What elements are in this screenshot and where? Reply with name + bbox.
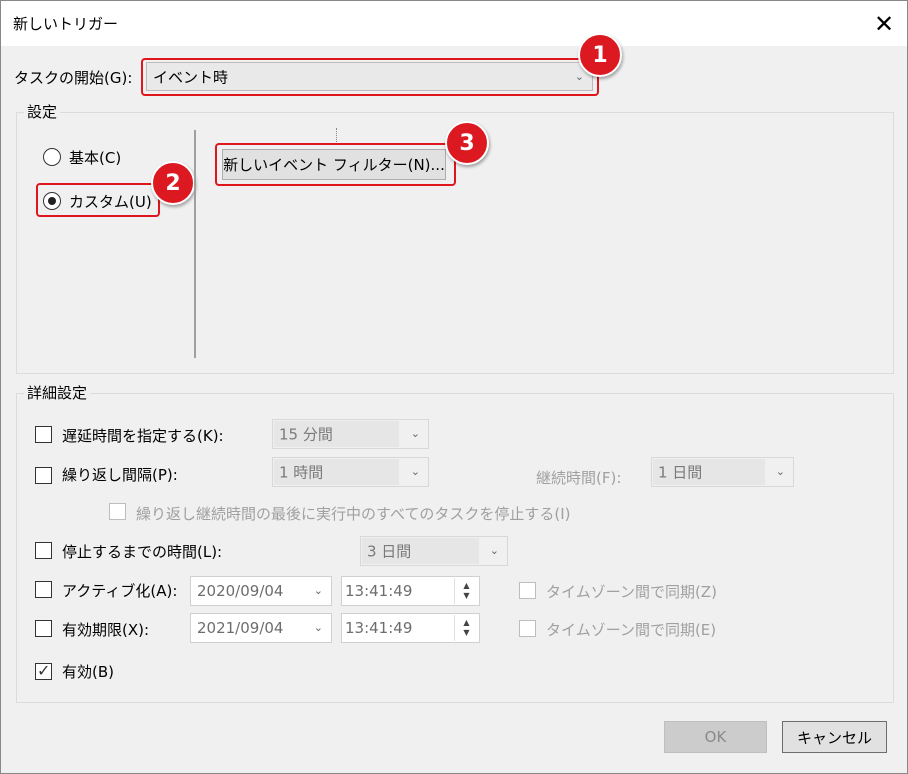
check-icon: ✓ [37, 661, 51, 680]
chevron-down-icon: ⌄ [313, 583, 323, 597]
expire-time-field[interactable]: 13:41:49 ▲ ▼ [341, 613, 480, 643]
annotation-highlight-3 [215, 143, 456, 186]
annotation-badge-2: 2 [151, 161, 195, 205]
delay-checkbox[interactable] [35, 426, 52, 443]
spin-up-icon[interactable]: ▲ [463, 581, 469, 591]
stop-all-checkbox[interactable] [109, 503, 126, 520]
expire-date-value: 2021/09/04 [197, 619, 284, 637]
chevron-down-icon: ⌄ [313, 620, 323, 634]
duration-value: 1 日間 [658, 463, 703, 482]
activate-sync-label: タイムゾーン間で同期(Z) [546, 583, 717, 601]
chevron-down-icon: ⌄ [489, 543, 499, 557]
dotted-guide [336, 128, 337, 142]
chevron-down-icon: ⌄ [410, 426, 420, 440]
repeat-select[interactable]: 1 時間 ⌄ [272, 457, 429, 487]
spin-down-icon[interactable]: ▼ [463, 628, 469, 638]
cancel-button[interactable]: キャンセル [782, 721, 887, 753]
stop-after-select[interactable]: 3 日間 ⌄ [360, 536, 508, 566]
advanced-group-title: 詳細設定 [24, 382, 91, 403]
activate-time-field[interactable]: 13:41:49 ▲ ▼ [341, 576, 480, 606]
duration-label: 継続時間(F): [536, 469, 622, 487]
radio-basic[interactable] [43, 148, 61, 166]
annotation-highlight-1 [141, 58, 599, 96]
close-icon[interactable]: ✕ [861, 1, 907, 46]
activate-sync-checkbox[interactable] [519, 582, 536, 599]
activate-label: アクティブ化(A): [62, 582, 178, 600]
stop-after-value: 3 日間 [367, 542, 412, 561]
expire-time-value: 13:41:49 [345, 619, 413, 637]
chevron-down-icon: ⌄ [775, 464, 785, 478]
expire-label: 有効期限(X): [62, 621, 150, 639]
ok-button[interactable]: OK [664, 721, 767, 753]
radio-basic-label: 基本(C) [69, 149, 122, 167]
repeat-checkbox[interactable] [35, 467, 52, 484]
stop-after-label: 停止するまでの時間(L): [62, 543, 223, 561]
spin-down-icon[interactable]: ▼ [463, 591, 469, 601]
expire-checkbox[interactable] [35, 620, 52, 637]
window-title: 新しいトリガー [13, 15, 119, 33]
delay-label: 遅延時間を指定する(K): [62, 427, 224, 445]
enabled-checkbox[interactable]: ✓ [35, 661, 52, 680]
annotation-badge-1: 1 [578, 33, 622, 77]
task-start-label: タスクの開始(G): [14, 69, 133, 87]
settings-divider [194, 130, 196, 358]
duration-select[interactable]: 1 日間 ⌄ [651, 457, 794, 487]
stop-after-checkbox[interactable] [35, 542, 52, 559]
expire-date-picker[interactable]: 2021/09/04 ⌄ [190, 613, 332, 643]
spin-up-icon[interactable]: ▲ [463, 618, 469, 628]
repeat-label: 繰り返し間隔(P): [62, 466, 178, 484]
enabled-label: 有効(B) [62, 663, 114, 681]
expire-sync-label: タイムゾーン間で同期(E) [546, 621, 717, 639]
activate-checkbox[interactable] [35, 581, 52, 598]
settings-group-title: 設定 [24, 101, 61, 122]
expire-sync-checkbox[interactable] [519, 620, 536, 637]
time-spinner[interactable]: ▲ ▼ [454, 578, 478, 604]
new-trigger-dialog: 新しいトリガー ✕ タスクの開始(G): イベント時 ⌄ 1 設定 基本(C) … [0, 0, 908, 774]
stop-all-label: 繰り返し継続時間の最後に実行中のすべてのタスクを停止する(I) [136, 505, 571, 523]
delay-value: 15 分間 [279, 425, 333, 444]
title-bar: 新しいトリガー ✕ [1, 1, 907, 46]
activate-time-value: 13:41:49 [345, 582, 413, 600]
delay-select[interactable]: 15 分間 ⌄ [272, 419, 429, 449]
chevron-down-icon: ⌄ [410, 464, 420, 478]
annotation-highlight-2 [36, 183, 160, 217]
repeat-value: 1 時間 [279, 463, 324, 482]
annotation-badge-3: 3 [445, 121, 489, 165]
activate-date-value: 2020/09/04 [197, 582, 284, 600]
activate-date-picker[interactable]: 2020/09/04 ⌄ [190, 576, 332, 606]
time-spinner[interactable]: ▲ ▼ [454, 615, 478, 641]
